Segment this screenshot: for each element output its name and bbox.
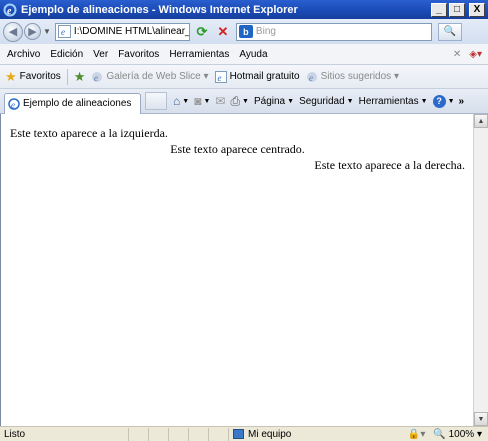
home-icon: ⌂: [173, 94, 181, 108]
security-zone: Mi equipo: [228, 427, 358, 441]
menu-bar: Archivo Edición Ver Favoritos Herramient…: [0, 44, 488, 65]
svg-text:e: e: [94, 73, 98, 83]
new-tab-button[interactable]: [145, 92, 167, 110]
menu-favoritos[interactable]: Favoritos: [114, 49, 163, 60]
zoom-button[interactable]: 🔍 100% ▾: [433, 429, 482, 440]
forward-arrow-icon: ▶: [28, 26, 37, 38]
close-menu-x-icon[interactable]: ✕: [453, 49, 461, 60]
svg-text:e: e: [61, 27, 65, 37]
computer-icon: [233, 429, 244, 439]
tools-menu[interactable]: Herramientas ▼: [359, 96, 428, 107]
zoom-level: 100%: [448, 428, 475, 440]
bing-icon: b: [238, 25, 253, 38]
tab-title: Ejemplo de alineaciones: [23, 98, 132, 109]
menu-ayuda[interactable]: Ayuda: [235, 49, 271, 60]
home-button[interactable]: ⌂ ▼: [173, 94, 189, 108]
svg-text:e: e: [11, 100, 15, 110]
scroll-up-button[interactable]: ▲: [474, 114, 488, 128]
web-slice-icon: e: [92, 71, 103, 83]
help-menu[interactable]: ? ▼: [432, 94, 455, 108]
status-bar: Listo Mi equipo 🔒▾ 🔍 100% ▾: [0, 426, 488, 441]
refresh-icon: ⟳: [196, 23, 208, 39]
center-aligned-text: Este texto aparece centrado.: [170, 142, 305, 156]
print-button[interactable]: ⎙ ▼: [230, 94, 249, 109]
recent-pages-dropdown[interactable]: ▼: [43, 27, 51, 36]
rss-feed-icon: ◙: [194, 94, 202, 108]
stop-icon: ✕: [217, 23, 229, 39]
page-menu[interactable]: Página ▼: [254, 96, 294, 107]
web-slice-gallery-link[interactable]: e Galería de Web Slice ▾: [91, 71, 209, 83]
safety-menu[interactable]: Seguridad ▼: [299, 96, 354, 107]
suggested-sites-icon: e: [306, 71, 317, 83]
menu-herramientas[interactable]: Herramientas: [165, 49, 233, 60]
search-input[interactable]: b Bing: [235, 22, 432, 41]
close-button[interactable]: X: [469, 2, 485, 17]
tab-page-icon: e: [8, 97, 20, 110]
scroll-down-button[interactable]: ▼: [474, 412, 488, 426]
printer-icon: ⎙: [230, 93, 241, 108]
status-cell: [148, 427, 168, 441]
favorites-button[interactable]: Favoritos: [20, 71, 61, 82]
vertical-scrollbar[interactable]: ▲ ▼: [473, 114, 488, 426]
search-placeholder: Bing: [255, 26, 276, 37]
maximize-button[interactable]: □: [449, 2, 465, 17]
title-bar: e Ejemplo de alineaciones - Windows Inte…: [0, 0, 488, 19]
add-to-favorites-icon[interactable]: ★: [74, 69, 86, 85]
window-title: Ejemplo de alineaciones - Windows Intern…: [21, 3, 298, 16]
tab-command-bar: e Ejemplo de alineaciones ⌂ ▼ ◙ ▼ ✉ ⎙ ▼ Pág…: [0, 89, 488, 114]
stop-button[interactable]: ✕: [214, 23, 232, 41]
status-cell: [188, 427, 208, 441]
forward-button[interactable]: ▶: [24, 23, 41, 40]
hotmail-icon: e: [214, 70, 227, 83]
translate-icon[interactable]: ◈▾: [469, 49, 482, 60]
hotmail-link[interactable]: e Hotmail gratuito: [214, 70, 300, 83]
status-text: Listo: [4, 428, 26, 440]
zone-label: Mi equipo: [248, 428, 292, 440]
address-toolbar: ◀ ▶ ▼ e I:\DOMINE HTML\alinear_1 ▼ ⟳ ✕ b…: [0, 19, 488, 44]
protected-mode-button[interactable]: 🔒▾: [408, 429, 425, 440]
status-cell: [208, 427, 228, 441]
mail-button[interactable]: ✉: [215, 94, 225, 108]
menu-archivo[interactable]: Archivo: [3, 49, 44, 60]
page-icon: e: [57, 25, 71, 38]
address-field[interactable]: e I:\DOMINE HTML\alinear_1 ▼: [54, 22, 190, 41]
favorites-separator: [66, 68, 68, 85]
scroll-down-arrow-icon: ▼: [477, 415, 485, 423]
back-button[interactable]: ◀: [3, 21, 23, 42]
more-commands-chevron-icon[interactable]: »: [459, 96, 465, 107]
svg-text:e: e: [217, 73, 221, 83]
menu-ver[interactable]: Ver: [89, 49, 112, 60]
internet-explorer-icon: e: [3, 3, 17, 17]
menu-edicion[interactable]: Edición: [46, 49, 87, 60]
back-arrow-icon: ◀: [8, 26, 18, 38]
search-button[interactable]: 🔍: [437, 22, 462, 41]
favorites-bar: ★ Favoritos ★ e Galería de Web Slice ▾ e…: [0, 65, 488, 89]
svg-text:e: e: [309, 73, 313, 83]
refresh-button[interactable]: ⟳: [193, 23, 211, 41]
tab-ejemplo-alineaciones[interactable]: e Ejemplo de alineaciones: [4, 92, 141, 114]
status-cell: [168, 427, 188, 441]
address-url: I:\DOMINE HTML\alinear_1: [73, 26, 190, 37]
favorites-star-icon: ★: [5, 68, 17, 84]
status-cell: [128, 427, 148, 441]
zoom-icon: 🔍: [433, 428, 446, 440]
left-aligned-text: Este texto aparece a la izquierda.: [10, 126, 168, 140]
svg-text:e: e: [7, 6, 12, 17]
page-content: Este texto aparece a la izquierda. Este …: [0, 114, 473, 426]
feeds-button[interactable]: ◙ ▼: [194, 94, 210, 108]
help-icon: ?: [432, 94, 446, 108]
suggested-sites-link[interactable]: e Sitios sugeridos ▾: [306, 71, 399, 83]
right-aligned-text: Este texto aparece a la derecha.: [314, 158, 465, 172]
magnifier-icon: 🔍: [443, 26, 457, 37]
mail-icon: ✉: [215, 94, 226, 108]
minimize-button[interactable]: _: [431, 2, 447, 17]
scroll-up-arrow-icon: ▲: [477, 117, 485, 125]
